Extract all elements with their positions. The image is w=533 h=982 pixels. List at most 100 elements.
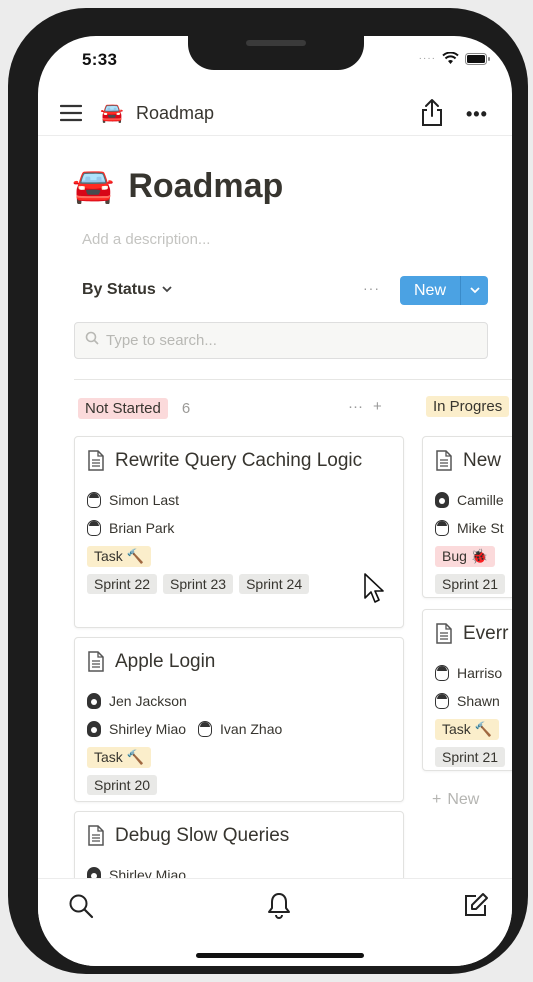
card-title-text: Debug Slow Queries: [115, 825, 290, 846]
document-icon: [87, 825, 105, 855]
assignee-name: Simon Last: [109, 492, 180, 508]
app-screen: 5:33 ···· 🚘 Roadmap ••• 🚘 Roadmap Add a …: [38, 36, 512, 966]
search-icon: [85, 331, 99, 350]
nav-title[interactable]: Roadmap: [136, 103, 214, 124]
column-count: 6: [181, 400, 191, 417]
assignee-name: Brian Park: [109, 520, 175, 536]
assignee-name: Shawn: [457, 693, 500, 709]
assignee: Simon Last: [87, 486, 391, 514]
divider: [74, 379, 512, 380]
page-title-text[interactable]: Roadmap: [128, 166, 283, 206]
avatar: [435, 520, 449, 536]
phone-frame: 5:33 ···· 🚘 Roadmap ••• 🚘 Roadmap Add a …: [8, 8, 528, 974]
assignee-name: Jen Jackson: [109, 693, 187, 709]
type-tag: Task 🔨: [87, 545, 152, 567]
avatar: [87, 520, 101, 536]
battery-icon: [465, 52, 490, 65]
avatar: [87, 492, 101, 508]
car-emoji-icon: 🚘: [72, 167, 115, 205]
home-indicator[interactable]: [196, 953, 364, 958]
card-title-text: Everr: [463, 623, 509, 644]
card-title: New: [435, 447, 512, 480]
tag-row: Task 🔨: [87, 542, 391, 570]
board-card[interactable]: Everr Harriso Shawn Task 🔨 Sprint 21: [422, 609, 512, 771]
column-add-button[interactable]: +: [373, 398, 382, 415]
mouse-cursor-icon: [363, 572, 387, 611]
description-field[interactable]: Add a description...: [82, 231, 210, 248]
assignee: Jen Jackson: [87, 687, 391, 715]
new-button[interactable]: New: [400, 276, 488, 305]
add-card-label: New: [447, 791, 480, 808]
column-header-not-started: Not Started 6: [78, 398, 190, 419]
avatar: [435, 693, 449, 709]
car-emoji-icon: 🚘: [100, 103, 124, 124]
sprint-row: Sprint 21: [435, 743, 512, 770]
sprint-tag: Sprint 21: [435, 747, 506, 767]
search-input[interactable]: Type to search...: [74, 322, 488, 359]
assignee-name: Camille: [457, 492, 504, 508]
sprint-tag: Sprint 21: [435, 574, 506, 594]
compose-icon[interactable]: [462, 891, 490, 924]
card-title: Debug Slow Queries: [87, 822, 391, 855]
assignee: Camille: [435, 486, 512, 514]
column-actions: ··· +: [348, 398, 382, 415]
sprint-row: Sprint 21: [435, 570, 512, 597]
view-selector[interactable]: By Status: [82, 281, 172, 299]
search-placeholder: Type to search...: [106, 332, 217, 349]
tag-row: Bug 🐞: [435, 542, 512, 570]
card-title: Apple Login: [87, 648, 391, 681]
avatar: [198, 721, 213, 737]
document-icon: [87, 450, 105, 480]
document-icon: [435, 450, 453, 480]
board-card[interactable]: Apple Login Jen Jackson Shirley Miao Iva…: [74, 637, 404, 802]
view-label: By Status: [82, 281, 156, 298]
type-tag: Task 🔨: [87, 746, 152, 768]
card-title-text: Rewrite Query Caching Logic: [115, 450, 363, 471]
assignee: Harriso: [435, 659, 512, 687]
more-options-icon[interactable]: •••: [466, 104, 488, 125]
sprint-tag: Sprint 22: [87, 574, 158, 594]
new-dropdown-chevron-icon[interactable]: [460, 276, 488, 305]
assignee: Brian Park: [87, 514, 391, 542]
plus-icon: +: [432, 791, 442, 808]
avatar: [87, 693, 101, 709]
card-title: Rewrite Query Caching Logic: [87, 447, 391, 480]
wifi-icon: [442, 52, 459, 65]
assignee-name: Mike St: [457, 520, 504, 536]
bell-icon[interactable]: [266, 891, 292, 924]
card-title-text: Apple Login: [115, 651, 216, 672]
assignee-name: Ivan Zhao: [220, 721, 283, 737]
device-notch: [188, 36, 364, 70]
sprint-row: Sprint 20: [87, 771, 391, 799]
navigation-bar: 🚘 Roadmap •••: [38, 92, 512, 136]
bottom-tab-bar: [38, 878, 512, 966]
column-more-button[interactable]: ···: [348, 398, 363, 415]
document-icon: [435, 623, 453, 653]
status-badge[interactable]: In Progres: [426, 396, 510, 417]
board-card[interactable]: Rewrite Query Caching Logic Simon Last B…: [74, 436, 404, 628]
share-icon[interactable]: [420, 97, 444, 132]
signal-icon: ····: [418, 53, 436, 64]
add-card-button[interactable]: + New: [432, 791, 479, 809]
board-card[interactable]: New Camille Mike St Bug 🐞 Sprint 21: [422, 436, 512, 598]
column-header-in-progress: In Progres: [426, 396, 510, 417]
assignee-name: Harriso: [457, 665, 503, 681]
status-icons: ····: [419, 52, 490, 65]
type-tag: Bug 🐞: [435, 545, 496, 567]
assignee-name: Shirley Miao: [109, 721, 187, 737]
avatar: [435, 665, 449, 681]
sprint-tag: Sprint 24: [239, 574, 310, 594]
tag-row: Task 🔨: [87, 743, 391, 771]
chevron-down-icon: [162, 284, 172, 296]
hamburger-menu-icon[interactable]: [59, 104, 83, 127]
page-title: 🚘 Roadmap: [72, 166, 283, 206]
status-badge[interactable]: Not Started: [78, 398, 168, 419]
avatar: [87, 721, 101, 737]
tag-row: Task 🔨: [435, 715, 512, 743]
view-options-button[interactable]: ···: [363, 280, 380, 296]
card-title: Everr: [435, 620, 512, 653]
sprint-row: Sprint 22 Sprint 23 Sprint 24: [87, 570, 391, 598]
assignee-row: Shirley Miao Ivan Zhao: [87, 715, 391, 743]
new-button-label[interactable]: New: [400, 276, 460, 305]
search-icon[interactable]: [68, 893, 94, 924]
